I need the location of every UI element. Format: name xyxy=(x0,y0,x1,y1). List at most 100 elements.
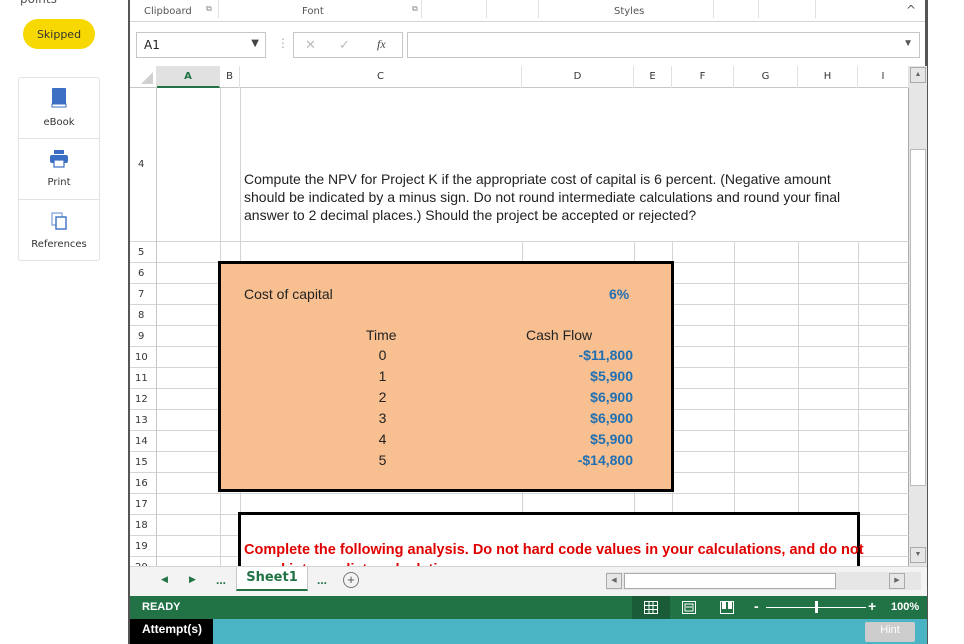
cash-flow-header: Cash Flow xyxy=(526,327,593,343)
time-cell[interactable]: 2 xyxy=(366,389,399,405)
print-button[interactable]: Print xyxy=(19,139,99,200)
cancel-icon[interactable]: ✕ xyxy=(305,37,316,53)
column-header-h[interactable]: H xyxy=(798,66,858,88)
page-break-view-button[interactable] xyxy=(708,596,746,619)
ebook-button[interactable]: eBook xyxy=(19,78,99,139)
column-header-i[interactable]: I xyxy=(858,66,909,88)
analysis-box: Complete the following analysis. Do not … xyxy=(238,512,864,566)
horizontal-scrollbar[interactable]: ◀ ▶ xyxy=(606,572,921,590)
cash-flow-cell[interactable]: $6,900 xyxy=(511,389,633,405)
next-sheet-icon[interactable]: ▶ xyxy=(189,574,196,585)
column-header-g[interactable]: G xyxy=(734,66,798,88)
function-icon[interactable]: fx xyxy=(377,37,386,52)
scroll-down-icon[interactable]: ▼ xyxy=(910,547,926,563)
tools-panel: eBook Print References xyxy=(18,77,100,261)
collapse-ribbon-icon[interactable]: ^ xyxy=(906,3,916,17)
cash-flow-row: 4 $5,900 xyxy=(221,431,671,452)
time-cell[interactable]: 0 xyxy=(366,347,399,363)
row-header-9[interactable]: 9 xyxy=(130,326,157,347)
grid-view-icon xyxy=(644,601,658,614)
scroll-up-icon[interactable]: ▲ xyxy=(910,67,926,83)
font-launcher-icon[interactable]: ⧉ xyxy=(412,4,418,14)
cash-flow-row: 2 $6,900 xyxy=(221,389,671,410)
scroll-left-icon[interactable]: ◀ xyxy=(606,573,622,589)
column-header-f[interactable]: F xyxy=(672,66,734,88)
scroll-right-icon[interactable]: ▶ xyxy=(889,573,905,589)
row-header-11[interactable]: 11 xyxy=(130,368,157,389)
row-header-8[interactable]: 8 xyxy=(130,305,157,326)
row-header-13[interactable]: 13 xyxy=(130,410,157,431)
vertical-scrollbar[interactable]: ▲ ▼ xyxy=(909,66,927,566)
page-layout-icon xyxy=(682,601,696,614)
chevron-down-icon[interactable]: ▼ xyxy=(251,38,259,49)
cash-flow-row: 0 -$11,800 xyxy=(221,347,671,368)
zoom-in-button[interactable]: + xyxy=(868,598,876,614)
cash-flow-cell[interactable]: $6,900 xyxy=(511,410,633,426)
row-header-18[interactable]: 18 xyxy=(130,515,157,536)
previous-sheet-icon[interactable]: ◀ xyxy=(161,574,168,585)
cash-flow-cell[interactable]: $5,900 xyxy=(511,431,633,447)
cash-flow-cell[interactable]: $5,900 xyxy=(511,368,633,384)
row-header-4[interactable]: 4 xyxy=(130,88,157,242)
sheet-tab-bar: ◀ ▶ ... Sheet1 ... + ◀ ▶ xyxy=(130,566,927,596)
cost-of-capital-value[interactable]: 6% xyxy=(609,286,629,302)
time-cell[interactable]: 3 xyxy=(366,410,399,426)
row-header-12[interactable]: 12 xyxy=(130,389,157,410)
column-header-c[interactable]: C xyxy=(240,66,522,88)
row-header-5[interactable]: 5 xyxy=(130,242,157,263)
cash-flow-cell[interactable]: -$11,800 xyxy=(511,347,634,363)
ribbon-group-styles: Styles xyxy=(614,6,645,17)
expand-formula-icon[interactable]: ▼ xyxy=(903,38,913,49)
column-header-e[interactable]: E xyxy=(634,66,672,88)
time-cell[interactable]: 1 xyxy=(366,368,399,384)
cash-flow-cell[interactable]: -$14,800 xyxy=(511,452,633,468)
time-cell[interactable]: 5 xyxy=(366,452,399,468)
skipped-badge: Skipped xyxy=(23,19,95,49)
formula-input[interactable]: ▼ xyxy=(407,32,920,58)
row-header-20[interactable]: 20 xyxy=(130,557,157,566)
copy-icon xyxy=(51,211,67,235)
cell-grid[interactable]: 4 5 6 7 8 9 10 11 12 13 14 15 16 17 18 1… xyxy=(130,88,909,566)
time-cell[interactable]: 4 xyxy=(366,431,399,447)
zoom-level[interactable]: 100% xyxy=(891,601,919,613)
normal-view-button[interactable] xyxy=(632,596,670,619)
row-header-6[interactable]: 6 xyxy=(130,263,157,284)
vertical-scroll-thumb[interactable] xyxy=(910,149,926,486)
row-header-7[interactable]: 7 xyxy=(130,284,157,305)
sheet-tab-sheet1[interactable]: Sheet1 xyxy=(236,567,308,591)
name-box[interactable]: A1 ▼ xyxy=(136,32,266,58)
page-layout-view-button[interactable] xyxy=(670,596,708,619)
spreadsheet-window: Clipboard ⧉ Font ⧉ Styles ^ A1 ▼ ⋮ ✕ ✓ f… xyxy=(128,0,928,644)
row-header-15[interactable]: 15 xyxy=(130,452,157,473)
column-header-b[interactable]: B xyxy=(220,66,240,88)
column-headers: A B C D E F G H I xyxy=(130,66,909,88)
printer-icon xyxy=(50,150,68,173)
clipboard-launcher-icon[interactable]: ⧉ xyxy=(206,4,212,14)
ribbon-group-clipboard: Clipboard xyxy=(144,6,192,17)
drag-handle-icon[interactable]: ⋮ xyxy=(277,36,289,50)
footer-strip: Attempt(s) Hint xyxy=(130,619,927,644)
more-sheets-left[interactable]: ... xyxy=(216,573,226,587)
horizontal-scroll-thumb[interactable] xyxy=(624,573,836,589)
status-bar: READY - + 100% xyxy=(130,596,927,619)
hint-button[interactable]: Hint xyxy=(865,622,915,642)
row-header-19[interactable]: 19 xyxy=(130,536,157,557)
row-header-17[interactable]: 17 xyxy=(130,494,157,515)
row-header-14[interactable]: 14 xyxy=(130,431,157,452)
references-button[interactable]: References xyxy=(19,200,99,261)
zoom-slider-thumb[interactable] xyxy=(815,601,818,613)
ribbon: Clipboard ⧉ Font ⧉ Styles ^ xyxy=(130,0,925,22)
enter-icon[interactable]: ✓ xyxy=(339,37,350,53)
select-all-corner[interactable] xyxy=(130,66,157,88)
add-sheet-icon[interactable]: + xyxy=(343,572,359,588)
more-sheets-right[interactable]: ... xyxy=(317,573,327,587)
zoom-out-button[interactable]: - xyxy=(754,598,759,614)
cost-of-capital-label: Cost of capital xyxy=(244,286,333,302)
column-header-d[interactable]: D xyxy=(522,66,634,88)
print-label: Print xyxy=(47,177,71,188)
column-header-a[interactable]: A xyxy=(157,66,220,88)
row-header-10[interactable]: 10 xyxy=(130,347,157,368)
row-header-16[interactable]: 16 xyxy=(130,473,157,494)
ebook-label: eBook xyxy=(43,117,75,128)
analysis-instruction: Complete the following analysis. Do not … xyxy=(244,542,864,566)
